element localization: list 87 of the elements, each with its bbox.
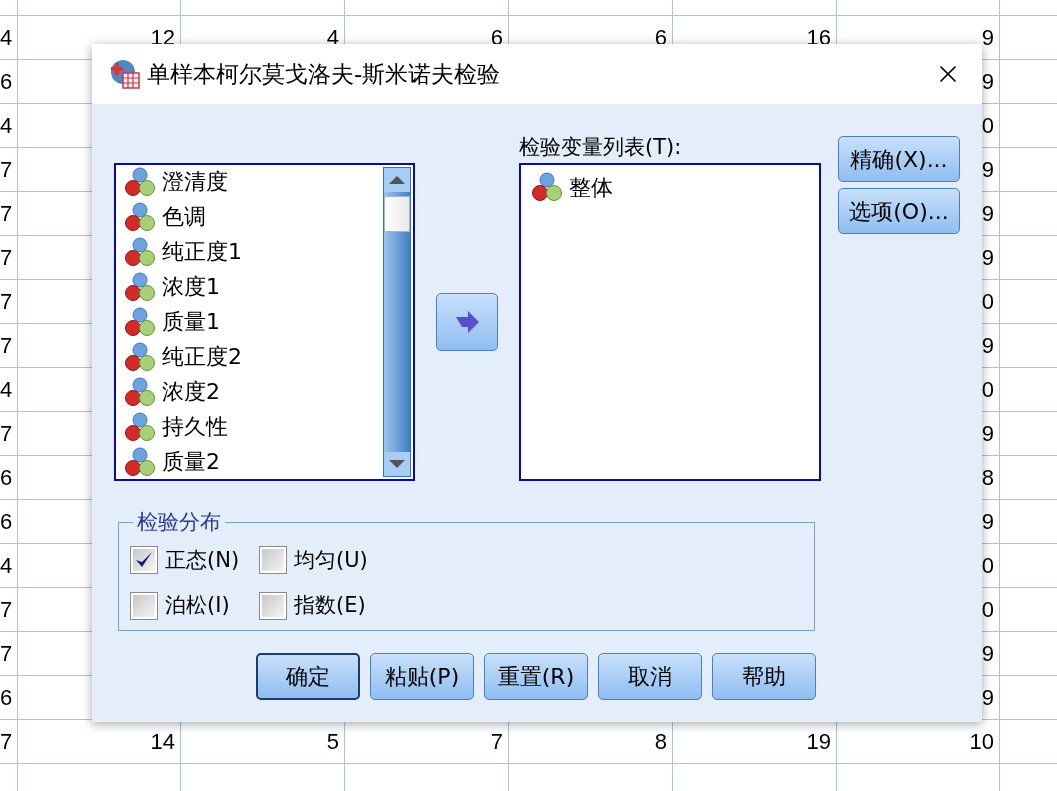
- checkbox-label[interactable]: 泊松(I): [165, 590, 230, 622]
- table-cell-text: 0: [981, 376, 994, 404]
- table-cell-text: 7: [0, 200, 13, 228]
- dialog-button[interactable]: 重置(R): [484, 653, 588, 700]
- table-cell-text: 7: [0, 640, 13, 668]
- variable-icon: [124, 376, 156, 407]
- variable-item[interactable]: 浓度2: [162, 375, 220, 408]
- table-cell-text: 7: [0, 596, 13, 624]
- variable-item[interactable]: 纯正度2: [162, 340, 242, 373]
- variable-icon: [124, 446, 156, 477]
- table-cell-text: 8: [654, 728, 667, 756]
- table-cell-text: 0: [981, 288, 994, 316]
- variable-item[interactable]: 浓度1: [162, 270, 220, 303]
- table-cell-text: 9: [981, 332, 994, 360]
- table-cell-text: 4: [0, 552, 13, 580]
- down-arrow-icon: [389, 460, 405, 468]
- table-cell-text: 6: [0, 684, 13, 712]
- table-cell-text: 9: [981, 24, 994, 52]
- variable-icon: [124, 411, 156, 442]
- table-cell-text: 7: [0, 156, 13, 184]
- table-cell-text: 7: [0, 420, 13, 448]
- variable-icon: [124, 166, 156, 197]
- table-cell-text: 9: [981, 244, 994, 272]
- checkbox-label[interactable]: 指数(E): [294, 590, 366, 622]
- table-cell-text: 6: [0, 464, 13, 492]
- app-icon: [110, 59, 140, 89]
- table-cell-text: 4: [0, 24, 13, 52]
- table-cell-text: 7: [0, 288, 13, 316]
- arrow-right-icon: [454, 311, 480, 333]
- variable-icon: [531, 172, 563, 202]
- table-cell-text: 0: [981, 552, 994, 580]
- variable-list[interactable]: 澄清度 色调 纯正度1 浓度1 质量1 纯正度2 浓度2 持久性 质量2: [114, 163, 415, 481]
- variable-list[interactable]: 整体: [519, 163, 821, 481]
- table-cell-text: 10: [969, 728, 994, 756]
- variable-item[interactable]: 质量1: [162, 305, 220, 338]
- table-cell-text: 14: [150, 728, 175, 756]
- table-cell-text: 9: [981, 156, 994, 184]
- variable-item[interactable]: 澄清度: [162, 165, 228, 198]
- variable-icon: [124, 341, 156, 372]
- dialog-button[interactable]: 选项(O)...: [838, 188, 960, 234]
- variable-item[interactable]: 持久性: [162, 410, 228, 443]
- dialog-button[interactable]: 粘贴(P): [370, 653, 474, 700]
- list-label: 检验变量列表(T):: [519, 136, 683, 161]
- table-cell-text: 0: [981, 112, 994, 140]
- table-cell-text: 7: [0, 728, 13, 756]
- table-cell-text: 9: [981, 420, 994, 448]
- checkbox[interactable]: [131, 592, 157, 619]
- checkbox-label[interactable]: 正态(N): [165, 544, 240, 576]
- variable-item[interactable]: 质量2: [162, 445, 220, 478]
- window-title: 单样本柯尔莫戈洛夫-斯米诺夫检验: [147, 59, 502, 89]
- table-cell-text: 9: [981, 68, 994, 96]
- table-cell-text: 4: [326, 24, 339, 52]
- checkbox-label[interactable]: 均匀(U): [294, 544, 368, 576]
- table-cell-text: 4: [0, 376, 13, 404]
- variable-icon: [124, 271, 156, 302]
- table-cell-text: 7: [0, 332, 13, 360]
- checkbox[interactable]: [131, 547, 157, 574]
- group-label: 检验分布: [136, 509, 222, 536]
- table-cell-text: 9: [981, 508, 994, 536]
- table-cell-text: 4: [0, 112, 13, 140]
- table-cell-text: 7: [0, 244, 13, 272]
- variable-icon: [124, 201, 156, 232]
- variable-item[interactable]: 纯正度1: [162, 235, 242, 268]
- up-arrow-icon: [389, 176, 405, 184]
- scrollbar[interactable]: [383, 167, 411, 477]
- table-cell-text: 9: [981, 200, 994, 228]
- dialog-button[interactable]: 帮助: [712, 653, 816, 700]
- move-button[interactable]: [436, 293, 498, 351]
- table-cell-text: 9: [981, 640, 994, 668]
- table-cell-text: 19: [806, 728, 831, 756]
- table-cell-text: 7: [490, 728, 503, 756]
- table-cell-text: 5: [326, 728, 339, 756]
- dialog-button[interactable]: 取消: [598, 653, 702, 700]
- table-cell-text: 8: [981, 464, 994, 492]
- table-cell-text: 6: [0, 68, 13, 96]
- variable-icon: [124, 306, 156, 337]
- checkbox[interactable]: [260, 592, 286, 619]
- variable-item[interactable]: 色调: [162, 200, 206, 233]
- table-cell-text: 9: [981, 684, 994, 712]
- scrollbar-thumb[interactable]: [384, 196, 410, 232]
- variable-item[interactable]: 整体: [569, 170, 613, 204]
- checkbox[interactable]: [260, 547, 286, 574]
- table-cell-text: 0: [981, 596, 994, 624]
- variable-icon: [124, 236, 156, 267]
- dialog-button[interactable]: 确定: [256, 653, 360, 700]
- dialog-button[interactable]: 精确(X)...: [838, 136, 960, 182]
- table-cell-text: 6: [0, 508, 13, 536]
